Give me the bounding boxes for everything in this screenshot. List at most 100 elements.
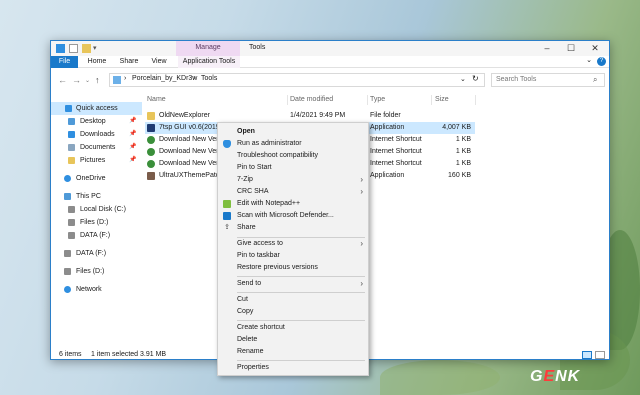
menu-item-rename[interactable]: Rename [218, 346, 368, 358]
menu-item-copy[interactable]: Copy [218, 306, 368, 318]
sidebar-item-desktop[interactable]: Desktop 📌 [51, 115, 142, 128]
chrome-icon [147, 148, 155, 156]
computer-icon [64, 193, 71, 200]
address-bar[interactable]: › Porcelain_by_KDr3w › Tools ⌄ ↻ [109, 73, 485, 87]
forward-icon[interactable]: → [72, 75, 81, 85]
app-icon [147, 172, 155, 180]
downloads-icon [68, 131, 75, 138]
menu-item-run-as-administrator[interactable]: Run as administrator [218, 138, 368, 150]
sidebar-item-files-d[interactable]: Files (D:) [51, 216, 142, 229]
sidebar-item-data-f[interactable]: DATA (F:) [51, 229, 142, 242]
file-type: Internet Shortcut [370, 136, 422, 143]
breadcrumb-porcelain[interactable]: Porcelain_by_KDr3w [132, 75, 197, 82]
menu-separator [237, 320, 365, 321]
pin-icon[interactable]: 📌 [129, 115, 136, 128]
sidebar-item-label: Quick access [76, 105, 118, 112]
menu-item-give-access-to[interactable]: Give access to › [218, 238, 368, 250]
tab-home[interactable]: Home [84, 56, 110, 68]
column-header-size[interactable]: Size [435, 96, 449, 103]
back-icon[interactable]: ← [58, 75, 67, 85]
column-divider[interactable] [287, 95, 288, 105]
sidebar-item-this-pc[interactable]: This PC [51, 190, 142, 203]
close-button[interactable]: ✕ [583, 41, 607, 56]
menu-item-pin-to-start[interactable]: Pin to Start [218, 162, 368, 174]
ribbon-tabs: File Home Share View Application Tools ⌄… [51, 56, 609, 68]
table-row[interactable]: OldNewExplorer 1/4/2021 9:49 PM File fol… [145, 110, 475, 122]
menu-item-crc-sha[interactable]: CRC SHA › [218, 186, 368, 198]
shield-icon [223, 140, 231, 148]
column-divider[interactable] [475, 95, 476, 105]
chevron-right-icon: › [360, 187, 363, 196]
breadcrumb-separator-icon: › [193, 75, 196, 82]
chrome-icon [147, 136, 155, 144]
expand-ribbon-icon[interactable]: ⌄ [583, 56, 595, 64]
menu-item-edit-with-notepadpp[interactable]: Edit with Notepad++ [218, 198, 368, 210]
customize-toolbar-icon[interactable]: ▾ [93, 44, 102, 53]
file-type: Application [370, 172, 405, 179]
recent-locations-icon[interactable]: ⌄ [85, 77, 90, 84]
menu-item-open[interactable]: Open [218, 126, 368, 138]
menu-item-troubleshoot-compatibility[interactable]: Troubleshoot compatibility [218, 150, 368, 162]
up-icon[interactable]: ↑ [95, 75, 100, 85]
tab-file[interactable]: File [51, 56, 78, 68]
drive-icon [64, 250, 71, 257]
navigation-pane: Quick access Desktop 📌 Downloads 📌 Docum… [51, 95, 142, 347]
address-dropdown-icon[interactable]: ⌄ [460, 75, 466, 83]
sidebar-item-onedrive[interactable]: OneDrive [51, 172, 142, 185]
pin-icon[interactable]: 📌 [129, 128, 136, 141]
sidebar-item-files-d-drive[interactable]: Files (D:) [51, 265, 142, 278]
sidebar-item-label: Desktop [80, 118, 106, 125]
menu-item-scan-with-defender[interactable]: Scan with Microsoft Defender... [218, 210, 368, 222]
refresh-icon[interactable]: ↻ [472, 74, 479, 83]
tab-view[interactable]: View [147, 56, 171, 68]
menu-item-properties[interactable]: Properties [218, 362, 368, 374]
column-header-date-modified[interactable]: Date modified [290, 96, 333, 103]
sidebar-item-quick-access[interactable]: Quick access [51, 102, 142, 115]
sidebar-item-downloads[interactable]: Downloads 📌 [51, 128, 142, 141]
file-type: Internet Shortcut [370, 160, 422, 167]
sidebar-item-data-f-drive[interactable]: DATA (F:) [51, 247, 142, 260]
new-folder-icon[interactable] [82, 44, 91, 53]
menu-item-delete[interactable]: Delete [218, 334, 368, 346]
search-icon[interactable]: ⌕ [593, 75, 597, 85]
file-type: Internet Shortcut [370, 148, 422, 155]
file-date: 1/4/2021 9:49 PM [290, 112, 346, 119]
sidebar-item-label: This PC [76, 193, 101, 200]
chevron-right-icon: › [360, 239, 363, 248]
large-icons-view-icon[interactable] [595, 351, 605, 359]
menu-item-share[interactable]: ⇪ Share [218, 222, 368, 234]
sidebar-item-pictures[interactable]: Pictures 📌 [51, 154, 142, 167]
menu-item-create-shortcut[interactable]: Create shortcut [218, 322, 368, 334]
drive-icon [68, 232, 75, 239]
column-divider[interactable] [431, 95, 432, 105]
help-icon[interactable]: ? [597, 57, 606, 66]
menu-item-pin-to-taskbar[interactable]: Pin to taskbar [218, 250, 368, 262]
notepadpp-icon [223, 200, 231, 208]
maximize-button[interactable]: ☐ [559, 41, 583, 56]
pin-icon[interactable]: 📌 [129, 154, 136, 167]
search-input[interactable]: Search Tools [491, 73, 605, 87]
tab-application-tools[interactable]: Application Tools [178, 56, 240, 68]
file-size: 160 KB [448, 172, 471, 179]
minimize-button[interactable]: – [535, 41, 559, 56]
pin-icon[interactable]: 📌 [129, 141, 136, 154]
menu-item-restore-previous-versions[interactable]: Restore previous versions [218, 262, 368, 274]
sidebar-item-local-disk-c[interactable]: Local Disk (C:) [51, 203, 142, 216]
column-header-name[interactable]: Name [147, 96, 166, 103]
column-header-type[interactable]: Type [370, 96, 385, 103]
menu-item-cut[interactable]: Cut [218, 294, 368, 306]
menu-separator [237, 360, 365, 361]
sidebar-item-documents[interactable]: Documents 📌 [51, 141, 142, 154]
details-view-icon[interactable] [582, 351, 592, 359]
properties-icon[interactable] [69, 44, 78, 53]
column-divider[interactable] [367, 95, 368, 105]
background-leaf [380, 360, 500, 395]
breadcrumb-tools[interactable]: Tools [201, 75, 217, 82]
file-type: File folder [370, 112, 401, 119]
sidebar-item-network[interactable]: Network [51, 283, 142, 296]
menu-item-send-to[interactable]: Send to › [218, 278, 368, 290]
drive-icon [68, 206, 75, 213]
menu-item-7-zip[interactable]: 7-Zip › [218, 174, 368, 186]
file-size: 1 KB [455, 148, 471, 155]
tab-share[interactable]: Share [116, 56, 142, 68]
